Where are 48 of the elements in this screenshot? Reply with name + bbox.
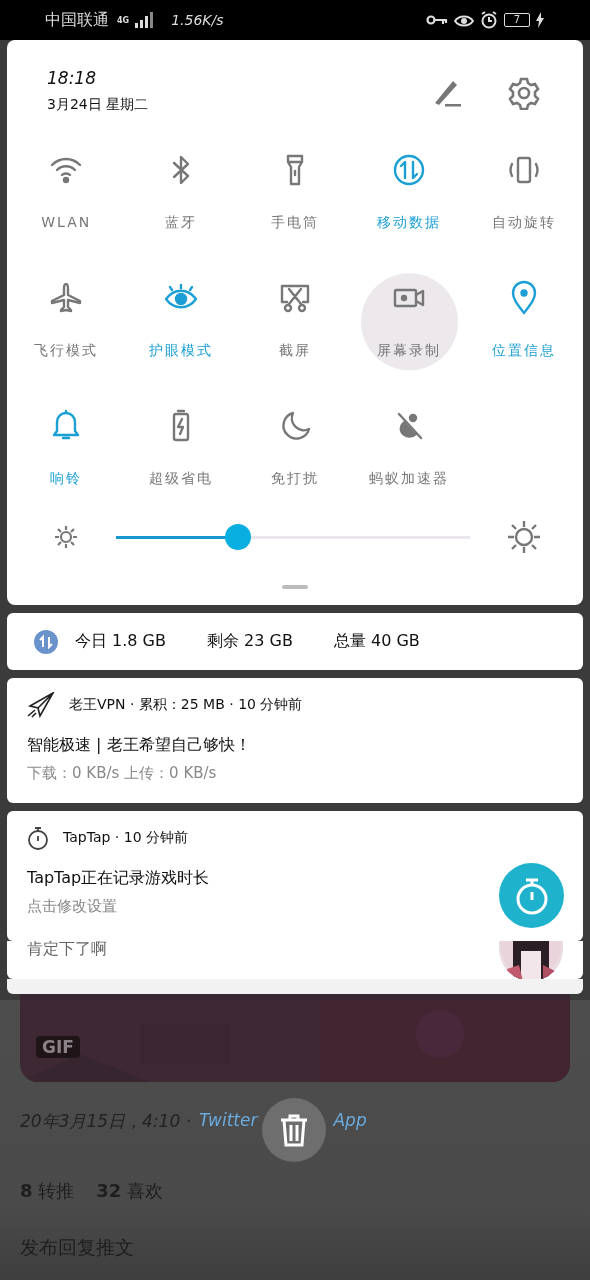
notification-card[interactable]: 肯定下了啊 [7,941,583,979]
brightness-high-icon [507,520,541,554]
brightness-low-icon [53,524,79,550]
notification-text: 肯定下了啊 [27,941,107,960]
notification-title: TapTap正在记录游戏时长 [27,868,211,889]
quick-setting-tile[interactable]: 手电筒 [237,140,353,268]
notification-card[interactable]: 老王VPN · 累积：25 MB · 10 分钟前 智能极速 | 老王希望自己够快！ 下载：0 KB/s 上传：0 KB/s [7,678,583,803]
quick-setting-tile[interactable]: 超级省电 [123,396,238,524]
quick-setting-tile[interactable]: 移动数据 [352,140,467,268]
quick-setting-tile[interactable]: 蓝牙 [123,140,238,268]
quick-setting-tile[interactable]: WLAN [9,140,124,268]
source-link[interactable]: Twitter [199,1110,258,1133]
quick-setting-tile[interactable]: 响铃 [9,396,124,524]
notification-header: 老王VPN · 累积：25 MB · 10 分钟前 [69,696,303,714]
source-link[interactable]: App [333,1110,367,1133]
date-text: 3月24日 星期二 [47,96,149,114]
slider-thumb[interactable] [225,523,252,550]
usage-stat: 今日 1.8 GB [75,631,166,652]
notification-text: 下载：0 KB/s 上传：0 KB/s [27,764,218,783]
network-speed: 1.56K/s [171,12,224,28]
data-arrows-icon [34,629,58,654]
notification-header: TapTap · 10 分钟前 [63,829,188,847]
key-icon [426,14,448,26]
notification-title: 智能极速 | 老王希望自己够快！ [27,735,252,756]
settings-icon[interactable] [507,76,541,110]
clock-time: 18:18 [47,68,97,88]
quick-setting-tile[interactable]: 位置信息 [466,268,581,396]
usage-stat: 总量 40 GB [333,631,420,652]
signal-icon [135,12,156,28]
drag-handle[interactable] [282,585,308,589]
quick-setting-tile[interactable]: 截屏 [237,268,353,396]
battery-level: 7 [504,13,530,27]
network-type: 4G [117,15,130,25]
quick-setting-tile[interactable]: 护眼模式 [123,268,238,396]
carrier-name: 中国联通 [45,9,109,31]
notification-card[interactable]: TapTap · 10 分钟前 TapTap正在记录游戏时长 点击修改设置 [7,811,583,941]
notification-text: 点击修改设置 [27,897,118,916]
alarm-icon [480,11,498,29]
quick-setting-tile[interactable]: 蚂蚁加速器 [352,396,467,524]
gif-badge: GIF [36,1036,80,1058]
eye-icon [454,13,474,27]
quick-setting-tile[interactable]: 免打扰 [237,396,353,524]
paper-plane-icon [27,692,55,718]
quick-setting-tile[interactable]: 飞行模式 [9,268,124,396]
usage-stat: 剩余 23 GB [207,631,293,652]
trash-icon [279,1113,309,1147]
stopwatch-icon [27,826,49,850]
quick-setting-tile[interactable]: 自动旋转 [466,140,581,268]
